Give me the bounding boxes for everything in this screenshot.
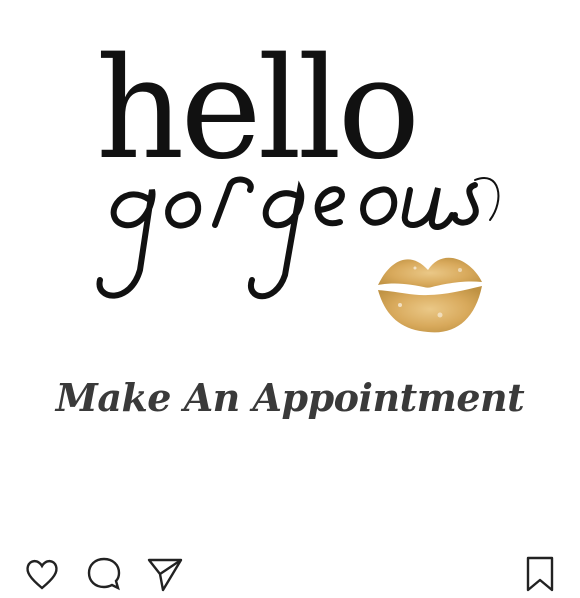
heart-outline-icon[interactable]	[22, 554, 62, 594]
bookmark-icon[interactable]	[520, 554, 560, 594]
post-image[interactable]: hello Make An Appointment	[0, 0, 580, 530]
post-action-bar	[0, 540, 580, 592]
headline-hello: hello	[96, 28, 420, 191]
paper-plane-icon[interactable]	[145, 554, 185, 594]
make-appointment-text: Make An Appointment	[55, 375, 525, 420]
speech-bubble-icon[interactable]	[84, 554, 124, 594]
gold-lips-icon	[378, 257, 482, 333]
